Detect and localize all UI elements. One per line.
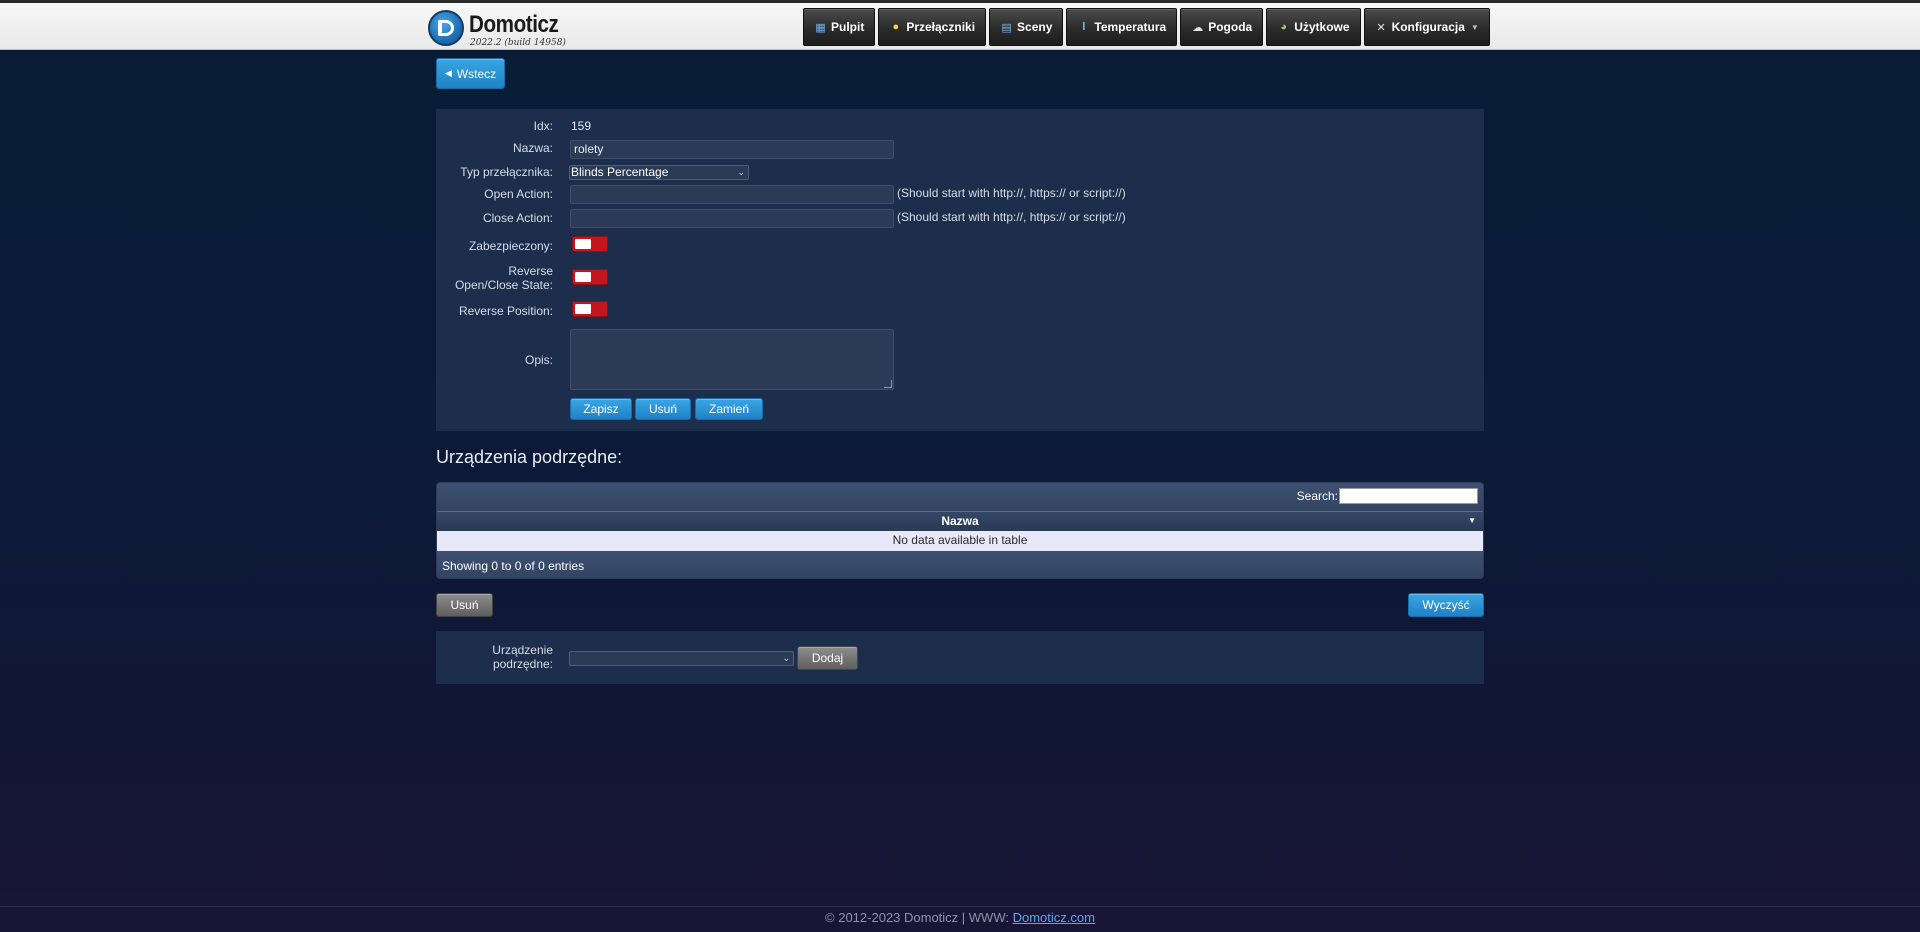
back-label: Wstecz bbox=[456, 66, 497, 81]
nav-label: Temperatura bbox=[1094, 20, 1167, 34]
reverse-position-label: Reverse Position: bbox=[458, 304, 553, 318]
close-action-label: Close Action: bbox=[482, 211, 553, 225]
add-button[interactable]: Dodaj bbox=[797, 646, 858, 670]
dashboard-icon: ▦ bbox=[815, 21, 826, 34]
footer-text: © 2012-2023 Domoticz | WWW: bbox=[825, 910, 1013, 925]
nav-pogoda[interactable]: ☁ Pogoda bbox=[1180, 8, 1264, 46]
lightbulb-icon: ● bbox=[892, 21, 900, 33]
tools-icon: ✕ bbox=[1376, 21, 1386, 34]
delete-button[interactable]: Usuń bbox=[635, 398, 691, 420]
close-action-hint: (Should start with http://, https:// or … bbox=[897, 210, 1126, 224]
top-bar: Domoticz 2022.2 (build 14958) ▦ Pulpit ●… bbox=[0, 0, 1920, 50]
scenes-icon: ▤ bbox=[1001, 21, 1012, 34]
nav-pulpit[interactable]: ▦ Pulpit bbox=[803, 8, 876, 46]
resize-handle-icon[interactable] bbox=[884, 380, 892, 388]
reverse-position-toggle[interactable] bbox=[572, 301, 608, 317]
chevron-down-icon: ▼ bbox=[1470, 22, 1479, 32]
chevron-down-icon: ⌄ bbox=[782, 653, 790, 663]
add-subdevice-label-line2: podrzędne: bbox=[492, 657, 553, 671]
subdevice-delete-button[interactable]: Usuń bbox=[436, 593, 493, 617]
open-action-hint: (Should start with http://, https:// or … bbox=[897, 186, 1126, 200]
description-textarea[interactable] bbox=[570, 329, 894, 390]
back-button[interactable]: ◀ Wstecz bbox=[436, 58, 505, 89]
main-nav: ▦ Pulpit ● Przełączniki ▤ Sceny ǀ Temper… bbox=[803, 8, 1490, 46]
footer-divider bbox=[0, 906, 1920, 907]
reverse-state-label: Reverse Open/Close State: bbox=[433, 264, 553, 292]
name-input[interactable]: rolety bbox=[570, 140, 894, 159]
column-name-label: Nazwa bbox=[941, 514, 979, 528]
nav-label: Pulpit bbox=[831, 20, 865, 34]
open-action-label: Open Action: bbox=[484, 187, 553, 201]
table-footer: Showing 0 to 0 of 0 entries bbox=[437, 551, 1483, 578]
clear-button[interactable]: Wyczyść bbox=[1408, 593, 1484, 617]
reverse-state-label-line2: Open/Close State: bbox=[454, 278, 553, 292]
switch-type-select[interactable]: Blinds Percentage ⌄ bbox=[569, 165, 749, 180]
nav-label: Pogoda bbox=[1208, 20, 1253, 34]
logo-version: 2022.2 (build 14958) bbox=[470, 38, 566, 48]
nav-label: Użytkowe bbox=[1294, 20, 1350, 34]
logo-icon bbox=[428, 10, 464, 46]
nav-sceny[interactable]: ▤ Sceny bbox=[989, 8, 1064, 46]
search-label: Search: bbox=[1296, 489, 1338, 503]
sort-down-icon: ▼ bbox=[1468, 516, 1476, 525]
table-header-nazwa[interactable]: Nazwa ▼ bbox=[437, 511, 1483, 531]
nav-label: Przełączniki bbox=[906, 20, 976, 34]
domoticz-logo[interactable]: Domoticz 2022.2 (build 14958) bbox=[428, 9, 568, 49]
search-input[interactable] bbox=[1339, 488, 1478, 504]
chevron-down-icon: ⌄ bbox=[737, 167, 745, 177]
idx-value: 159 bbox=[571, 119, 592, 133]
reverse-state-toggle[interactable] bbox=[572, 269, 608, 285]
table-empty-row: No data available in table bbox=[437, 531, 1483, 551]
table-info: Showing 0 to 0 of 0 entries bbox=[442, 559, 585, 573]
nav-temperatura[interactable]: ǀ Temperatura bbox=[1066, 8, 1178, 46]
protected-toggle[interactable] bbox=[572, 236, 608, 252]
add-subdevice-label: Urządzenie podrzędne: bbox=[433, 643, 553, 671]
footer-link[interactable]: Domoticz.com bbox=[1013, 910, 1095, 925]
name-label: Nazwa: bbox=[512, 141, 553, 155]
subdevices-heading: Urządzenia podrzędne: bbox=[436, 447, 623, 467]
add-subdevice-label-line1: Urządzenie bbox=[492, 643, 553, 657]
thermometer-icon: ǀ bbox=[1082, 21, 1086, 33]
nav-uzytkowe[interactable]: ◕ Użytkowe bbox=[1266, 8, 1361, 46]
nav-konfiguracja[interactable]: ✕ Konfiguracja ▼ bbox=[1363, 8, 1490, 46]
reverse-state-label-line1: Reverse bbox=[508, 264, 553, 278]
switch-type-value: Blinds Percentage bbox=[571, 165, 669, 179]
idx-label: Idx: bbox=[533, 119, 553, 133]
nav-przelaczniki[interactable]: ● Przełączniki bbox=[878, 8, 987, 46]
save-button[interactable]: Zapisz bbox=[570, 398, 632, 420]
switch-type-label: Typ przełącznika: bbox=[460, 165, 553, 179]
description-label: Opis: bbox=[524, 353, 553, 367]
weather-cloud-icon: ☁ bbox=[1192, 21, 1204, 34]
protected-label: Zabezpieczony: bbox=[468, 239, 553, 253]
replace-button[interactable]: Zamień bbox=[695, 398, 763, 420]
subdevice-select[interactable]: ⌄ bbox=[569, 651, 794, 666]
chevron-left-icon: ◀ bbox=[444, 68, 452, 78]
logo-name: Domoticz bbox=[469, 11, 559, 38]
footer: © 2012-2023 Domoticz | WWW: Domoticz.com bbox=[0, 910, 1920, 925]
open-action-input[interactable] bbox=[570, 185, 894, 204]
subdevices-table: Search: Nazwa ▼ No data available in tab… bbox=[436, 482, 1484, 579]
table-toolbar: Search: bbox=[437, 483, 1483, 511]
close-action-input[interactable] bbox=[570, 209, 894, 228]
utility-icon: ◕ bbox=[1280, 21, 1288, 33]
nav-label: Konfiguracja bbox=[1391, 20, 1465, 34]
nav-label: Sceny bbox=[1017, 20, 1053, 34]
